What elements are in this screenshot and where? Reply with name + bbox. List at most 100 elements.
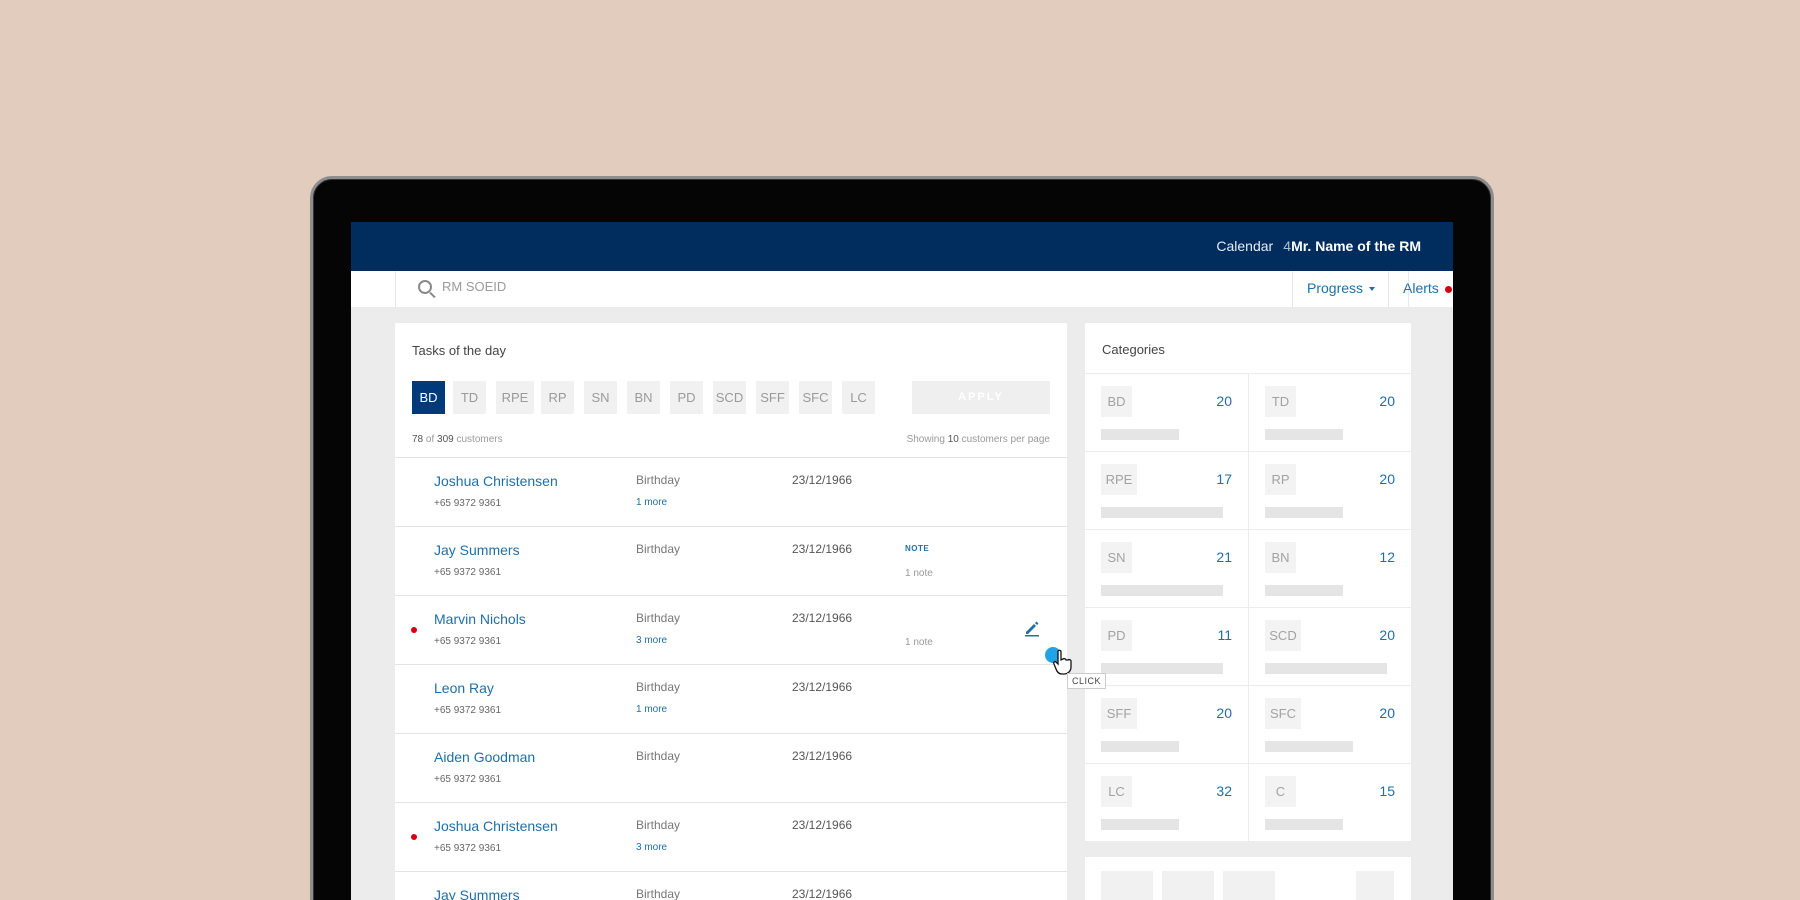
event-type: Birthday	[636, 818, 681, 832]
category-pd[interactable]: PD 11	[1085, 607, 1248, 685]
filter-chip-pd[interactable]: PD	[670, 381, 703, 414]
progress-dropdown[interactable]: Progress	[1292, 271, 1388, 307]
tasks-title: Tasks of the day	[412, 343, 506, 358]
placeholder-chip	[1101, 871, 1153, 900]
filter-chip-lc[interactable]: LC	[842, 381, 875, 414]
event-type: Birthday	[636, 542, 681, 556]
customer-phone: +65 9372 9361	[434, 705, 502, 716]
category-count: 32	[1216, 783, 1232, 799]
customer-name[interactable]: Joshua Christensen	[434, 818, 558, 834]
filter-chip-sfc[interactable]: SFC	[799, 381, 832, 414]
category-c[interactable]: C 15	[1248, 763, 1411, 841]
table-row[interactable]: Jay Summers Birthday 23/12/1966	[395, 871, 1067, 900]
customer-phone: +65 9372 9361	[434, 843, 502, 854]
category-bn[interactable]: BN 12	[1248, 529, 1411, 607]
alert-indicator-icon	[1444, 285, 1452, 293]
tasks-panel: Tasks of the day BD TD RPE RP SN BN PD SCD SFF SF…	[395, 323, 1067, 900]
filter-chip-bn[interactable]: BN	[627, 381, 660, 414]
filter-chip-td[interactable]: TD	[453, 381, 486, 414]
category-label-placeholder	[1265, 507, 1343, 518]
more-events-link[interactable]: 3 more	[636, 635, 667, 646]
category-count: 11	[1217, 627, 1232, 643]
more-events-link[interactable]: 1 more	[636, 497, 667, 508]
categories-title: Categories	[1102, 342, 1165, 357]
customer-name[interactable]: Joshua Christensen	[434, 473, 558, 489]
category-sff[interactable]: SFF 20	[1085, 685, 1248, 763]
table-row[interactable]: Jay Summers +65 9372 9361 Birthday 23/12/19…	[395, 526, 1067, 595]
note-count[interactable]: 1 note	[905, 637, 933, 648]
count-suffix: customers	[456, 434, 503, 445]
event-type: Birthday	[636, 611, 681, 625]
apply-button[interactable]: APPLY	[912, 381, 1050, 414]
event-date: 23/12/1966	[792, 542, 853, 556]
category-code: TD	[1265, 386, 1296, 417]
event-type: Birthday	[636, 680, 681, 694]
filter-chip-rpe[interactable]: RPE	[496, 381, 534, 414]
category-label-placeholder	[1265, 819, 1343, 830]
showing-count: 10	[947, 434, 959, 445]
calendar-link[interactable]: Calendar 4	[1216, 238, 1291, 254]
filter-chip-sff[interactable]: SFF	[756, 381, 789, 414]
event-date: 23/12/1966	[792, 749, 853, 763]
note-tag: NOTE	[905, 544, 930, 553]
category-sfc[interactable]: SFC 20	[1248, 685, 1411, 763]
chevron-down-icon	[1369, 287, 1376, 292]
filter-chip-bd[interactable]: BD	[412, 381, 445, 414]
search-input[interactable]	[442, 279, 1042, 294]
category-label-placeholder	[1101, 663, 1223, 674]
event-date: 23/12/1966	[792, 473, 853, 487]
note-count[interactable]: 1 note	[905, 568, 933, 579]
customer-name[interactable]: Jay Summers	[434, 542, 520, 558]
filter-chip-scd[interactable]: SCD	[713, 381, 746, 414]
filter-chip-rp[interactable]: RP	[541, 381, 574, 414]
showing-prefix: Showing	[906, 434, 945, 445]
category-count: 20	[1379, 471, 1395, 487]
category-bd[interactable]: BD 20	[1085, 373, 1248, 451]
category-label-placeholder	[1265, 663, 1387, 674]
count-total: 309	[437, 434, 454, 445]
customer-name[interactable]: Marvin Nichols	[434, 611, 526, 627]
table-row[interactable]: Joshua Christensen +65 9372 9361 Birthday 3…	[395, 802, 1067, 871]
alert-dot-icon	[411, 627, 417, 633]
category-code: RPE	[1101, 464, 1137, 495]
category-count: 17	[1216, 471, 1232, 487]
user-name[interactable]: Mr. Name of the RM	[1291, 238, 1421, 254]
category-scd[interactable]: SCD 20	[1248, 607, 1411, 685]
edit-pencil-icon[interactable]	[1023, 619, 1041, 637]
table-row[interactable]: Marvin Nichols +65 9372 9361 Birthday 3 mor…	[395, 595, 1067, 664]
alerts-link[interactable]: Alerts	[1388, 271, 1453, 307]
count-of: of	[425, 434, 435, 445]
category-code: RP	[1265, 464, 1296, 495]
category-count: 21	[1216, 549, 1232, 565]
table-row[interactable]: Joshua Christensen +65 9372 9361 Birthday 1…	[395, 457, 1067, 526]
category-count: 15	[1379, 783, 1395, 799]
alerts-label: Alerts	[1403, 280, 1439, 296]
category-count: 12	[1379, 549, 1395, 565]
category-code: PD	[1101, 620, 1132, 651]
more-events-link[interactable]: 3 more	[636, 842, 667, 853]
more-events-link[interactable]: 1 more	[636, 704, 667, 715]
category-label-placeholder	[1101, 585, 1223, 596]
category-td[interactable]: TD 20	[1248, 373, 1411, 451]
category-count: 20	[1216, 705, 1232, 721]
customer-name[interactable]: Aiden Goodman	[434, 749, 535, 765]
customer-name[interactable]: Leon Ray	[434, 680, 494, 696]
search-icon	[418, 280, 432, 294]
category-code: SN	[1101, 542, 1132, 573]
customer-phone: +65 9372 9361	[434, 774, 502, 785]
secondary-card	[1085, 857, 1411, 900]
table-row[interactable]: Aiden Goodman +65 9372 9361 Birthday 23/12/…	[395, 733, 1067, 802]
customer-name[interactable]: Jay Summers	[434, 887, 520, 900]
category-count: 20	[1216, 393, 1232, 409]
category-rpe[interactable]: RPE 17	[1085, 451, 1248, 529]
customer-phone: +65 9372 9361	[434, 636, 502, 647]
category-lc[interactable]: LC 32	[1085, 763, 1248, 841]
category-rp[interactable]: RP 20	[1248, 451, 1411, 529]
category-sn[interactable]: SN 21	[1085, 529, 1248, 607]
event-type: Birthday	[636, 749, 681, 763]
progress-label: Progress	[1307, 280, 1364, 296]
categories-panel: Categories BD 20 TD 20 RPE 17 RP 20 SN 21 BN 12 PD 11…	[1085, 323, 1411, 841]
filter-chip-sn[interactable]: SN	[584, 381, 617, 414]
table-row[interactable]: Leon Ray +65 9372 9361 Birthday 1 more 23/12…	[395, 664, 1067, 733]
category-label-placeholder	[1101, 819, 1179, 830]
